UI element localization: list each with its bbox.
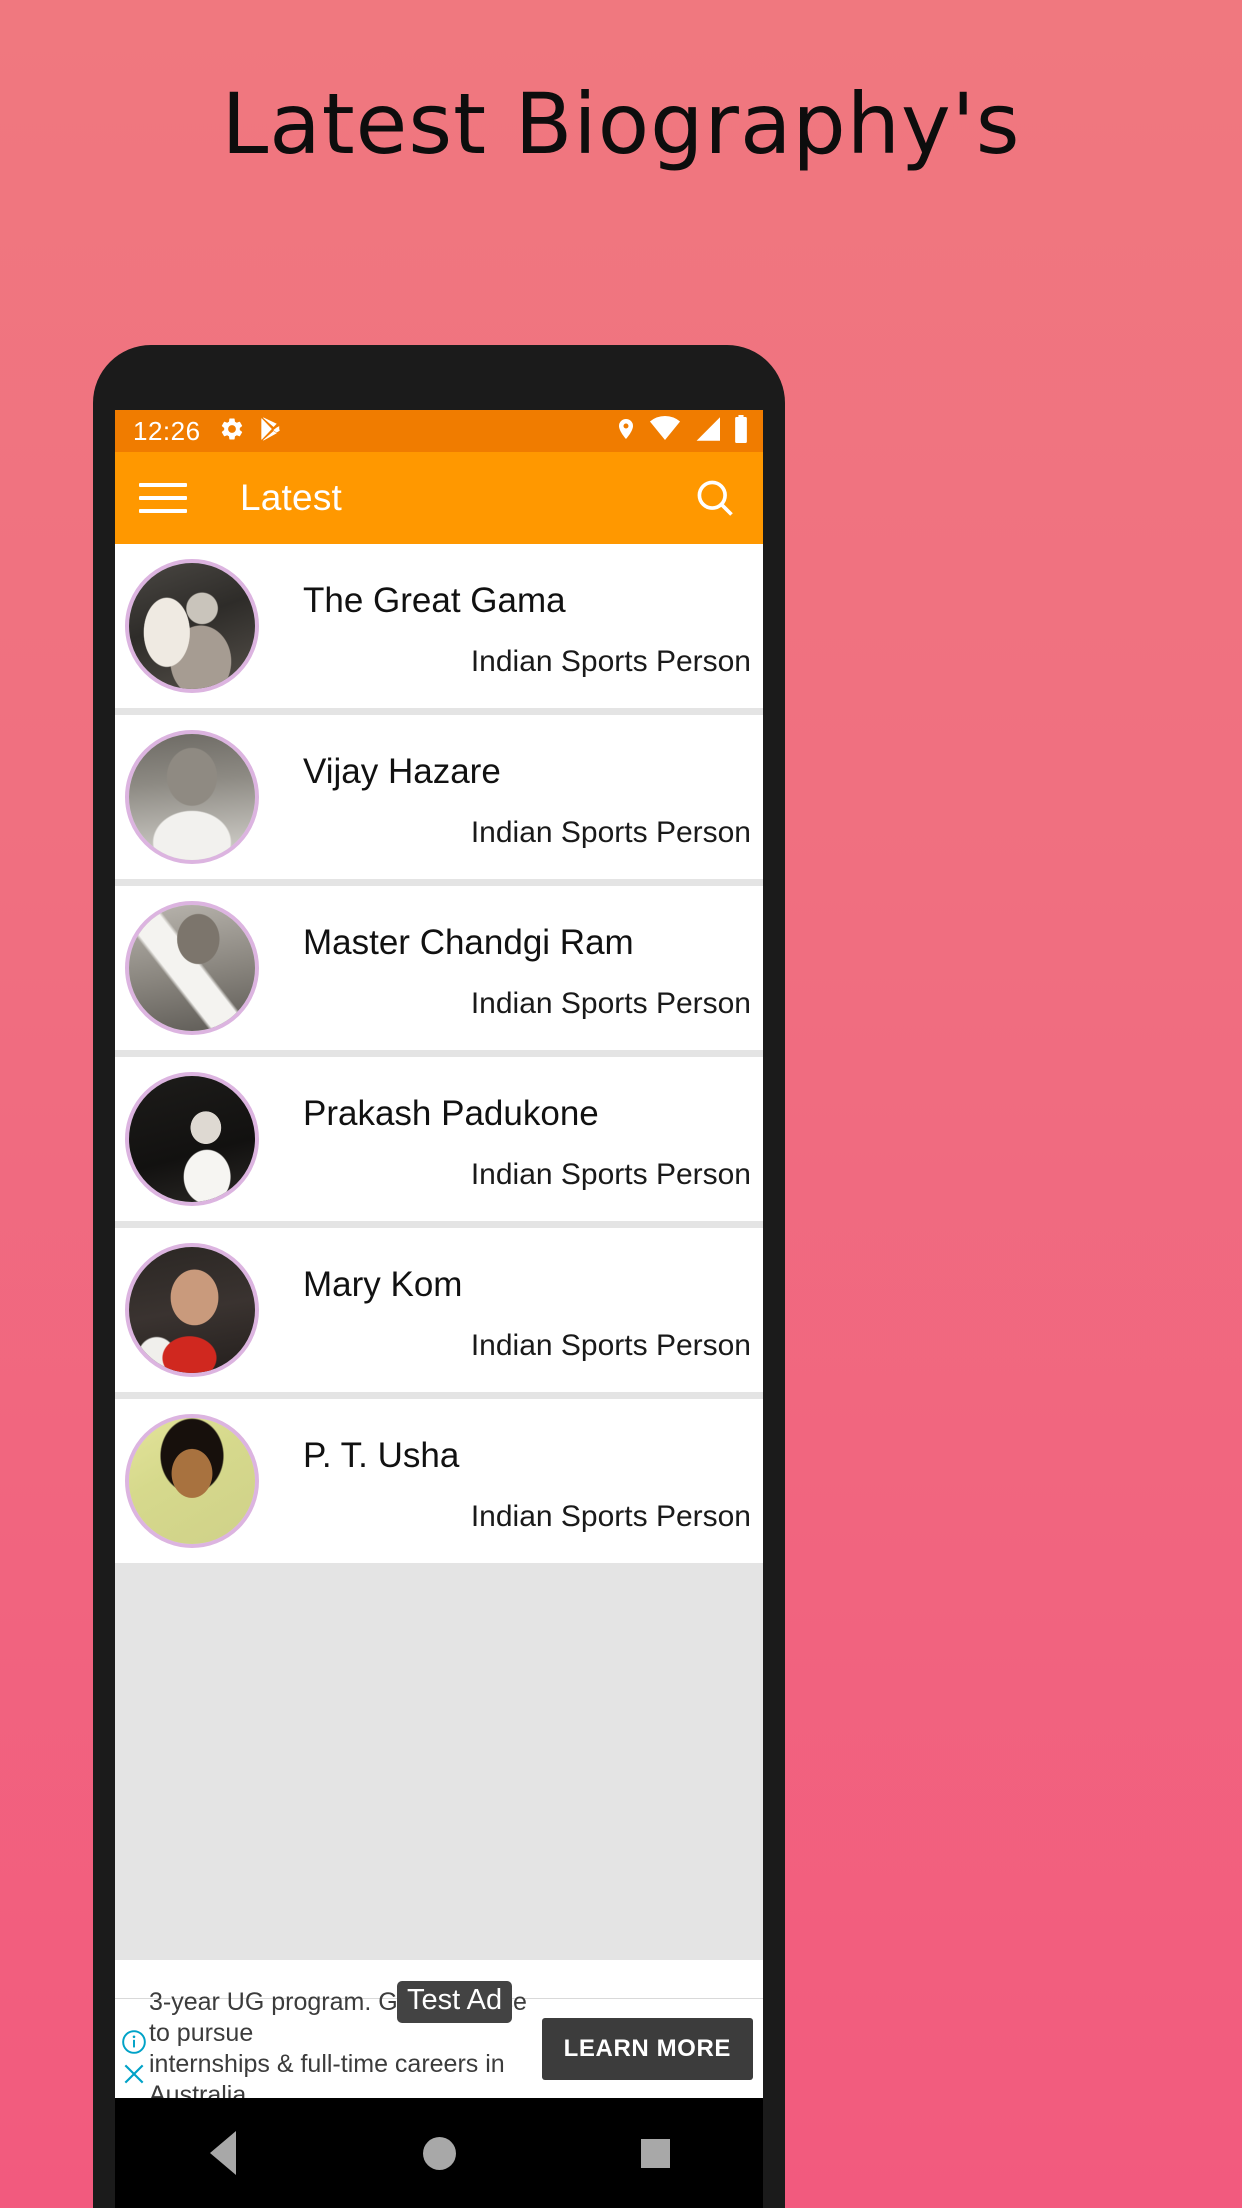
avatar: [125, 1414, 259, 1548]
learn-more-button[interactable]: LEARN MORE: [541, 2017, 753, 2080]
avatar: [125, 1072, 259, 1206]
avatar: [125, 1243, 259, 1377]
wifi-icon: [649, 415, 681, 447]
back-triangle-icon: [210, 2131, 236, 2175]
list-item-name: The Great Gama: [303, 581, 566, 620]
list-item[interactable]: The Great Gama Indian Sports Person: [115, 544, 763, 708]
avatar: [125, 730, 259, 864]
list-item[interactable]: P. T. Usha Indian Sports Person: [115, 1399, 763, 1563]
status-bar-left-icons: [219, 416, 283, 447]
back-button[interactable]: [178, 2098, 268, 2208]
status-bar-right-icons: [614, 414, 749, 448]
status-bar: 12:26: [115, 410, 763, 452]
android-nav-bar: [115, 2098, 763, 2208]
recents-square-icon: [640, 2138, 670, 2168]
status-bar-clock: 12:26: [133, 415, 201, 446]
portrait-prakash-padukone: [129, 1076, 255, 1202]
list-item-name: Prakash Padukone: [303, 1094, 599, 1133]
list-item-text: The Great Gama Indian Sports Person: [259, 559, 763, 693]
list-item-subtitle: Indian Sports Person: [470, 645, 751, 678]
ad-banner[interactable]: Test Ad 3-year UG program. Get a chance …: [115, 1981, 763, 2109]
list-item-subtitle: Indian Sports Person: [470, 987, 751, 1020]
list-item-subtitle: Indian Sports Person: [470, 1158, 751, 1191]
close-icon[interactable]: [121, 2061, 147, 2092]
avatar: [125, 901, 259, 1035]
search-icon[interactable]: [691, 474, 739, 522]
portrait-vijay-hazare: [129, 734, 255, 860]
avatar: [125, 559, 259, 693]
list-item-name: Vijay Hazare: [303, 752, 501, 791]
portrait-mary-kom: [129, 1247, 255, 1373]
list-item-name: Mary Kom: [303, 1265, 463, 1304]
hamburger-menu-icon[interactable]: [139, 479, 187, 517]
signal-icon: [692, 416, 722, 447]
list-item-subtitle: Indian Sports Person: [470, 816, 751, 849]
list-item-subtitle: Indian Sports Person: [470, 1329, 751, 1362]
test-ad-badge: Test Ad: [397, 1981, 513, 2023]
app-bar: Latest: [115, 452, 763, 544]
ad-banner-icons: [115, 1999, 149, 2098]
list-item[interactable]: Prakash Padukone Indian Sports Person: [115, 1057, 763, 1221]
list-item-name: P. T. Usha: [303, 1436, 460, 1475]
list-item[interactable]: Mary Kom Indian Sports Person: [115, 1228, 763, 1392]
portrait-master-chandgi-ram: [129, 905, 255, 1031]
gear-icon: [219, 416, 245, 447]
list-item-text: Master Chandgi Ram Indian Sports Person: [259, 901, 763, 1035]
list-item-text: Prakash Padukone Indian Sports Person: [259, 1072, 763, 1206]
home-circle-icon: [422, 2136, 456, 2170]
phone-screen: 12:26 Latest The Great Gama Indian Sport…: [115, 410, 763, 2208]
battery-icon: [733, 414, 749, 448]
list-item-name: Master Chandgi Ram: [303, 923, 634, 962]
phone-frame: 12:26 Latest The Great Gama Indian Sport…: [93, 345, 785, 2208]
biography-list[interactable]: The Great Gama Indian Sports Person Vija…: [115, 544, 763, 1960]
portrait-the-great-gama: [129, 563, 255, 689]
list-item[interactable]: Vijay Hazare Indian Sports Person: [115, 715, 763, 879]
list-item-text: Vijay Hazare Indian Sports Person: [259, 730, 763, 864]
list-item-subtitle: Indian Sports Person: [470, 1500, 751, 1533]
location-pin-icon: [614, 416, 638, 447]
portrait-pt-usha: [129, 1418, 255, 1544]
list-item-text: Mary Kom Indian Sports Person: [259, 1243, 763, 1377]
play-store-icon: [257, 416, 283, 447]
page-title: Latest Biography's: [221, 75, 1021, 173]
app-bar-title: Latest: [240, 477, 342, 518]
recents-button[interactable]: [610, 2098, 700, 2208]
list-item[interactable]: Master Chandgi Ram Indian Sports Person: [115, 886, 763, 1050]
info-icon[interactable]: [121, 2029, 147, 2060]
list-item-text: P. T. Usha Indian Sports Person: [259, 1414, 763, 1548]
home-button[interactable]: [394, 2098, 484, 2208]
